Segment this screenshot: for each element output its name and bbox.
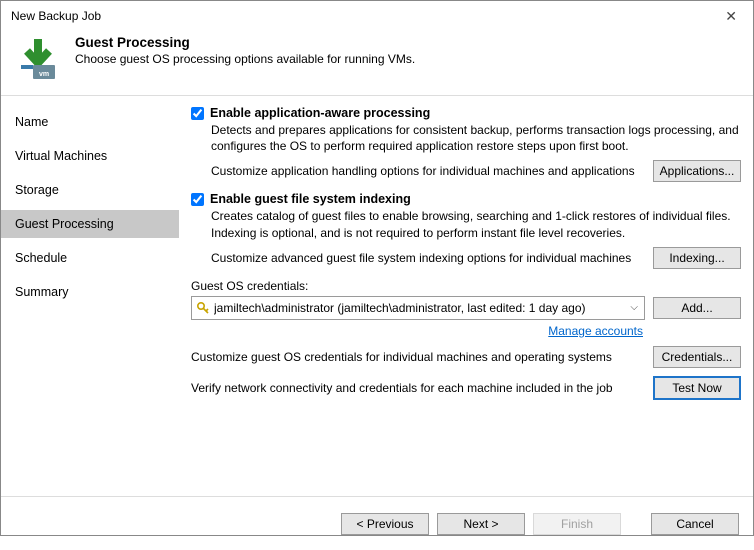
key-icon: [196, 301, 210, 315]
nav-item-name[interactable]: Name: [1, 108, 179, 136]
add-credentials-button[interactable]: Add...: [653, 297, 741, 319]
header-icon: vm: [15, 35, 61, 81]
window-title: New Backup Job: [11, 9, 101, 23]
credentials-dropdown[interactable]: jamiltech\administrator (jamiltech\admin…: [191, 296, 645, 320]
applications-button[interactable]: Applications...: [653, 160, 741, 182]
app-aware-desc: Detects and prepares applications for co…: [211, 122, 741, 154]
indexing-checkbox[interactable]: [191, 193, 204, 206]
nav-item-summary[interactable]: Summary: [1, 278, 179, 306]
nav-item-guest-processing[interactable]: Guest Processing: [1, 210, 179, 238]
finish-button: Finish: [533, 513, 621, 535]
nav-item-storage[interactable]: Storage: [1, 176, 179, 204]
wizard-footer: < Previous Next > Finish Cancel: [1, 496, 753, 550]
indexing-label: Enable guest file system indexing: [210, 192, 411, 206]
main-panel: Enable application-aware processing Dete…: [179, 96, 753, 496]
close-icon[interactable]: ✕: [719, 8, 743, 25]
title-bar: New Backup Job ✕: [1, 1, 753, 29]
svg-text:vm: vm: [39, 71, 49, 78]
credentials-button[interactable]: Credentials...: [653, 346, 741, 368]
wizard-header: vm Guest Processing Choose guest OS proc…: [1, 29, 753, 96]
credentials-label: Guest OS credentials:: [191, 279, 741, 293]
page-subtitle: Choose guest OS processing options avail…: [75, 52, 415, 66]
app-aware-customize-text: Customize application handling options f…: [211, 164, 645, 178]
indexing-desc: Creates catalog of guest files to enable…: [211, 208, 741, 240]
next-button[interactable]: Next >: [437, 513, 525, 535]
nav-item-virtual-machines[interactable]: Virtual Machines: [1, 142, 179, 170]
previous-button[interactable]: < Previous: [341, 513, 429, 535]
indexing-customize-text: Customize advanced guest file system ind…: [211, 251, 645, 265]
verify-text: Verify network connectivity and credenti…: [191, 381, 645, 395]
app-aware-label: Enable application-aware processing: [210, 106, 430, 120]
cancel-button[interactable]: Cancel: [651, 513, 739, 535]
credentials-customize-text: Customize guest OS credentials for indiv…: [191, 350, 645, 364]
page-title: Guest Processing: [75, 35, 415, 50]
app-aware-checkbox[interactable]: [191, 107, 204, 120]
credentials-selected: jamiltech\administrator (jamiltech\admin…: [214, 301, 628, 315]
nav-item-schedule[interactable]: Schedule: [1, 244, 179, 272]
chevron-down-icon: ⌵: [628, 302, 640, 313]
indexing-button[interactable]: Indexing...: [653, 247, 741, 269]
manage-accounts-link[interactable]: Manage accounts: [548, 324, 643, 338]
test-now-button[interactable]: Test Now: [653, 376, 741, 400]
wizard-nav: Name Virtual Machines Storage Guest Proc…: [1, 96, 179, 496]
